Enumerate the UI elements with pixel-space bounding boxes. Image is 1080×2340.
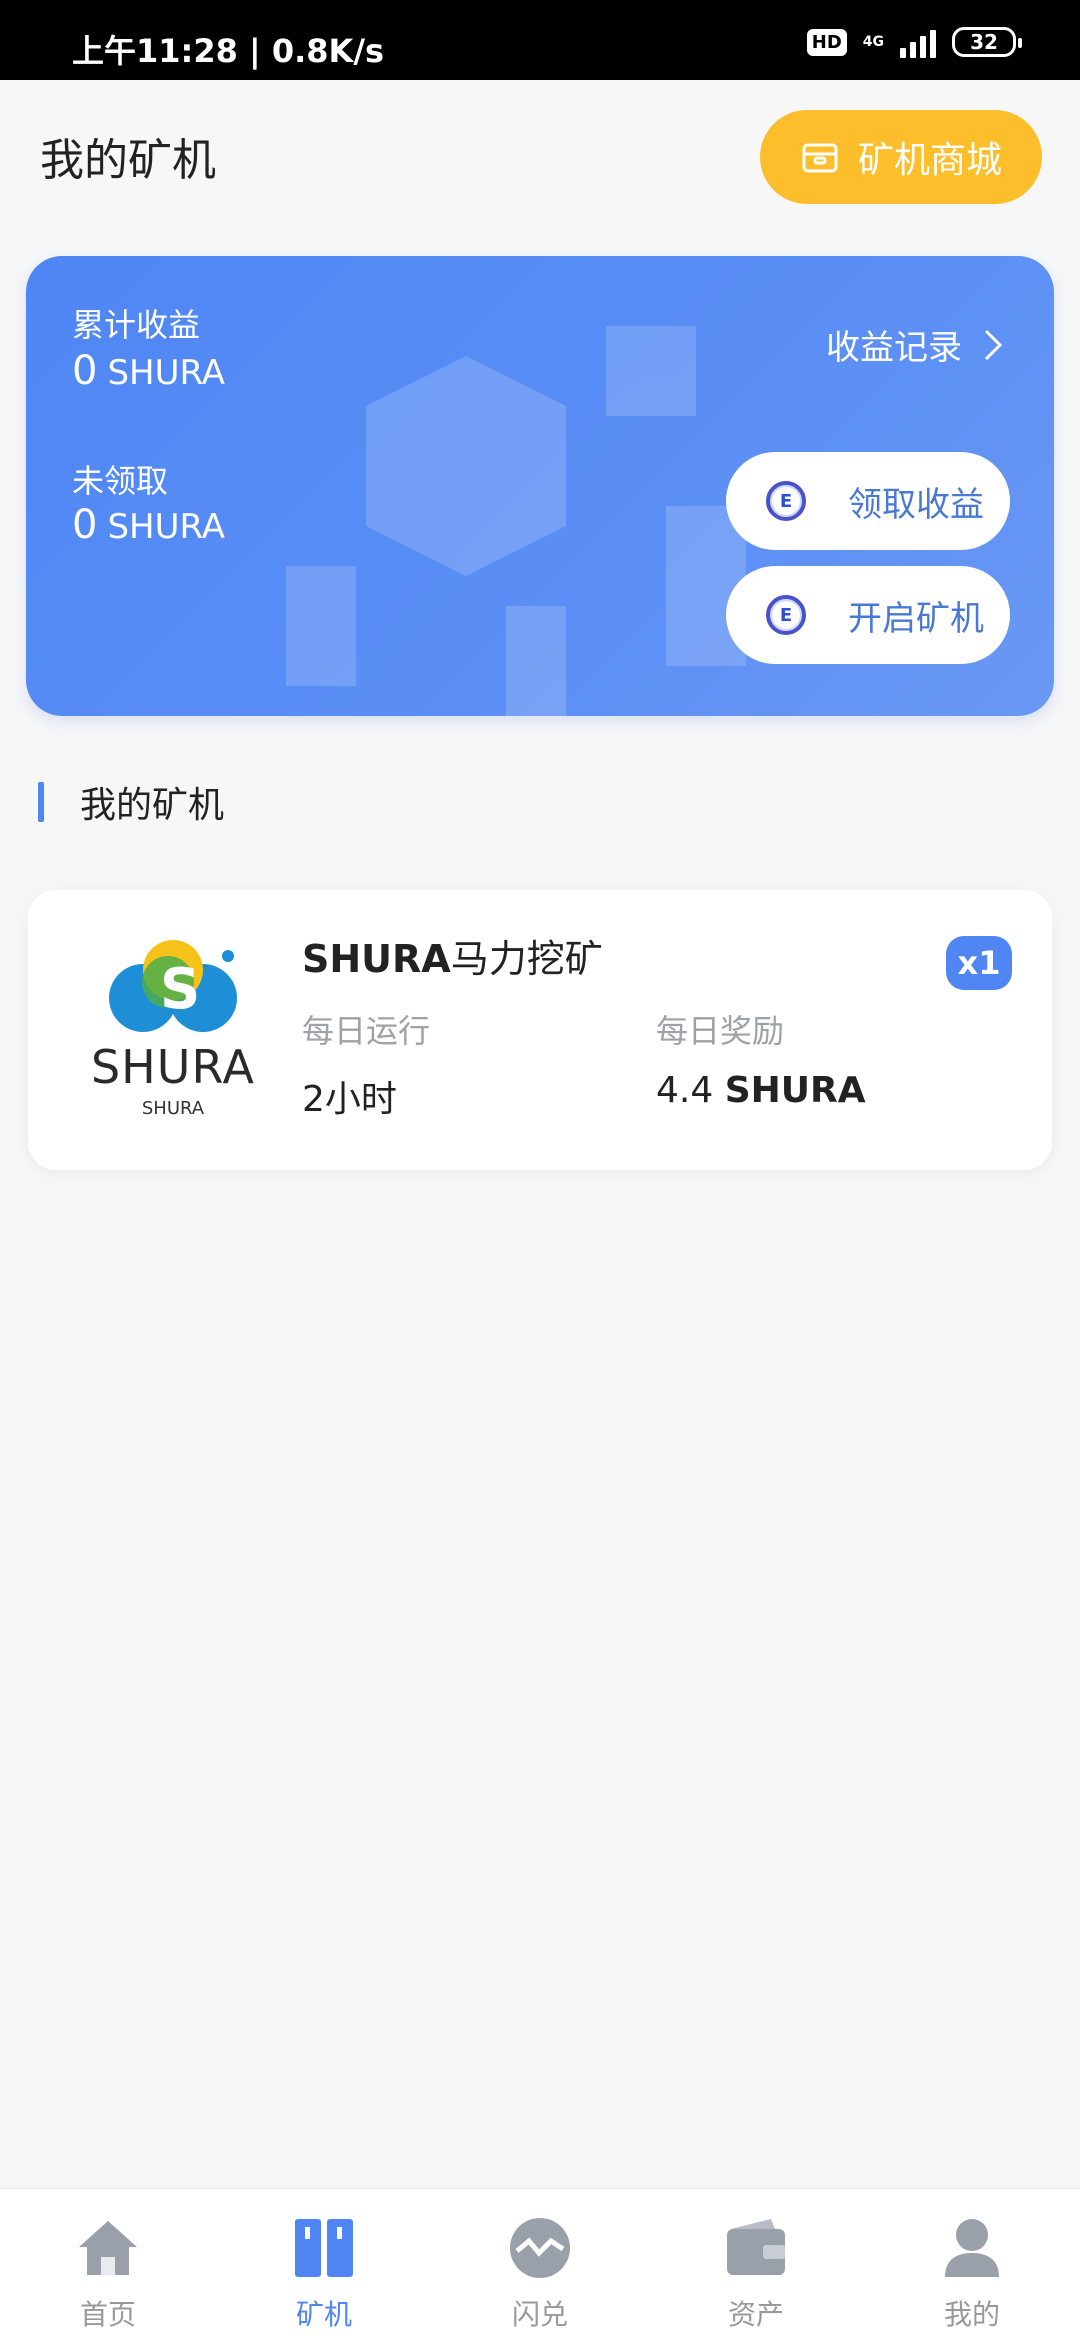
home-icon (79, 2221, 137, 2275)
tab-miner[interactable]: 矿机 (216, 2189, 432, 2340)
battery-level: 32 (970, 30, 998, 54)
section-accent-bar (38, 782, 44, 822)
status-time: 上午11:28 | 0.8K/s (72, 32, 385, 70)
logo-brand-text: SHURA (90, 1040, 256, 1094)
earnings-record-link[interactable]: 收益记录 (826, 320, 1004, 369)
total-earnings-number: 0 (72, 348, 98, 394)
tab-assets-label: 资产 (727, 2298, 784, 2331)
shura-logo: S SHURA SHURA (68, 930, 278, 1130)
battery-icon: 32 (952, 27, 1022, 57)
start-miner-button[interactable]: E 开启矿机 (726, 566, 1010, 664)
signal-icon (900, 26, 936, 58)
miner-mall-button[interactable]: 矿机商城 (760, 110, 1042, 204)
claim-earnings-button[interactable]: E 领取收益 (726, 452, 1010, 550)
tab-exchange[interactable]: 闪兑 (432, 2189, 648, 2340)
daily-reward-unit: SHURA (724, 1070, 866, 1111)
tab-miner-label: 矿机 (295, 2298, 352, 2331)
section-title: 我的矿机 (80, 785, 225, 826)
my-miners-section-heading: 我的矿机 (38, 780, 224, 826)
svg-text:S: S (160, 957, 200, 1022)
profile-icon (945, 2219, 999, 2277)
exchange-icon (510, 2218, 570, 2278)
unclaimed-unit: SHURA (107, 507, 225, 547)
miner-name: SHURA马力挖矿 (302, 928, 603, 983)
shura-logo-mark: S (109, 940, 237, 1032)
total-earnings-label: 累计收益 (72, 306, 201, 344)
total-earnings-value: 0 SHURA (72, 348, 225, 394)
shop-icon (802, 143, 838, 173)
network-label: 4G (862, 34, 884, 50)
status-bar: 上午11:28 | 0.8K/s HD 4G 32 (0, 0, 1080, 80)
logo-sub-text: SHURA (141, 1098, 205, 1119)
total-earnings-unit: SHURA (107, 353, 225, 393)
unclaimed-value: 0 SHURA (72, 502, 225, 548)
daily-reward-number: 4.4 (656, 1070, 714, 1111)
tab-profile-label: 我的 (943, 2298, 1000, 2331)
hd-icon: HD (806, 28, 847, 56)
tab-home-label: 首页 (79, 2298, 136, 2331)
chevron-right-icon (984, 329, 1003, 360)
earnings-record-label: 收益记录 (826, 328, 962, 368)
unclaimed-label: 未领取 (72, 462, 169, 500)
wallet-icon (727, 2219, 785, 2275)
coin-icon: E (766, 481, 806, 521)
coin-icon: E (766, 595, 806, 635)
cube-pattern-decoration (286, 326, 746, 716)
tab-profile[interactable]: 我的 (864, 2189, 1080, 2340)
claim-earnings-label: 领取收益 (848, 484, 984, 525)
bottom-tab-bar: 首页 矿机 闪兑 资产 我的 (0, 2188, 1080, 2340)
miner-count-badge: x1 (946, 936, 1012, 990)
tab-assets[interactable]: 资产 (648, 2189, 864, 2340)
start-miner-label: 开启矿机 (848, 598, 984, 639)
miner-card[interactable]: S SHURA SHURA SHURA马力挖矿 x1 每日运行 2小时 每日奖励… (28, 890, 1052, 1170)
miner-name-cn: 马力挖矿 (450, 937, 603, 981)
daily-reward-label: 每日奖励 (656, 1012, 785, 1050)
earnings-card: 累计收益 0 SHURA 未领取 0 SHURA 收益记录 E 领取收益 E 开启矿… (26, 256, 1054, 716)
status-icons: HD 4G 32 (806, 22, 1022, 62)
miner-name-latin: SHURA (302, 937, 451, 981)
daily-run-label: 每日运行 (302, 1012, 431, 1050)
page-title: 我的矿机 (40, 135, 216, 186)
tab-home[interactable]: 首页 (0, 2189, 216, 2340)
miner-icon (295, 2219, 353, 2277)
daily-run-value: 2小时 (302, 1079, 397, 1120)
miner-mall-label: 矿机商城 (857, 140, 1002, 181)
tab-exchange-label: 闪兑 (511, 2298, 568, 2331)
unclaimed-number: 0 (72, 502, 98, 548)
daily-reward-value: 4.4 SHURA (656, 1070, 866, 1111)
